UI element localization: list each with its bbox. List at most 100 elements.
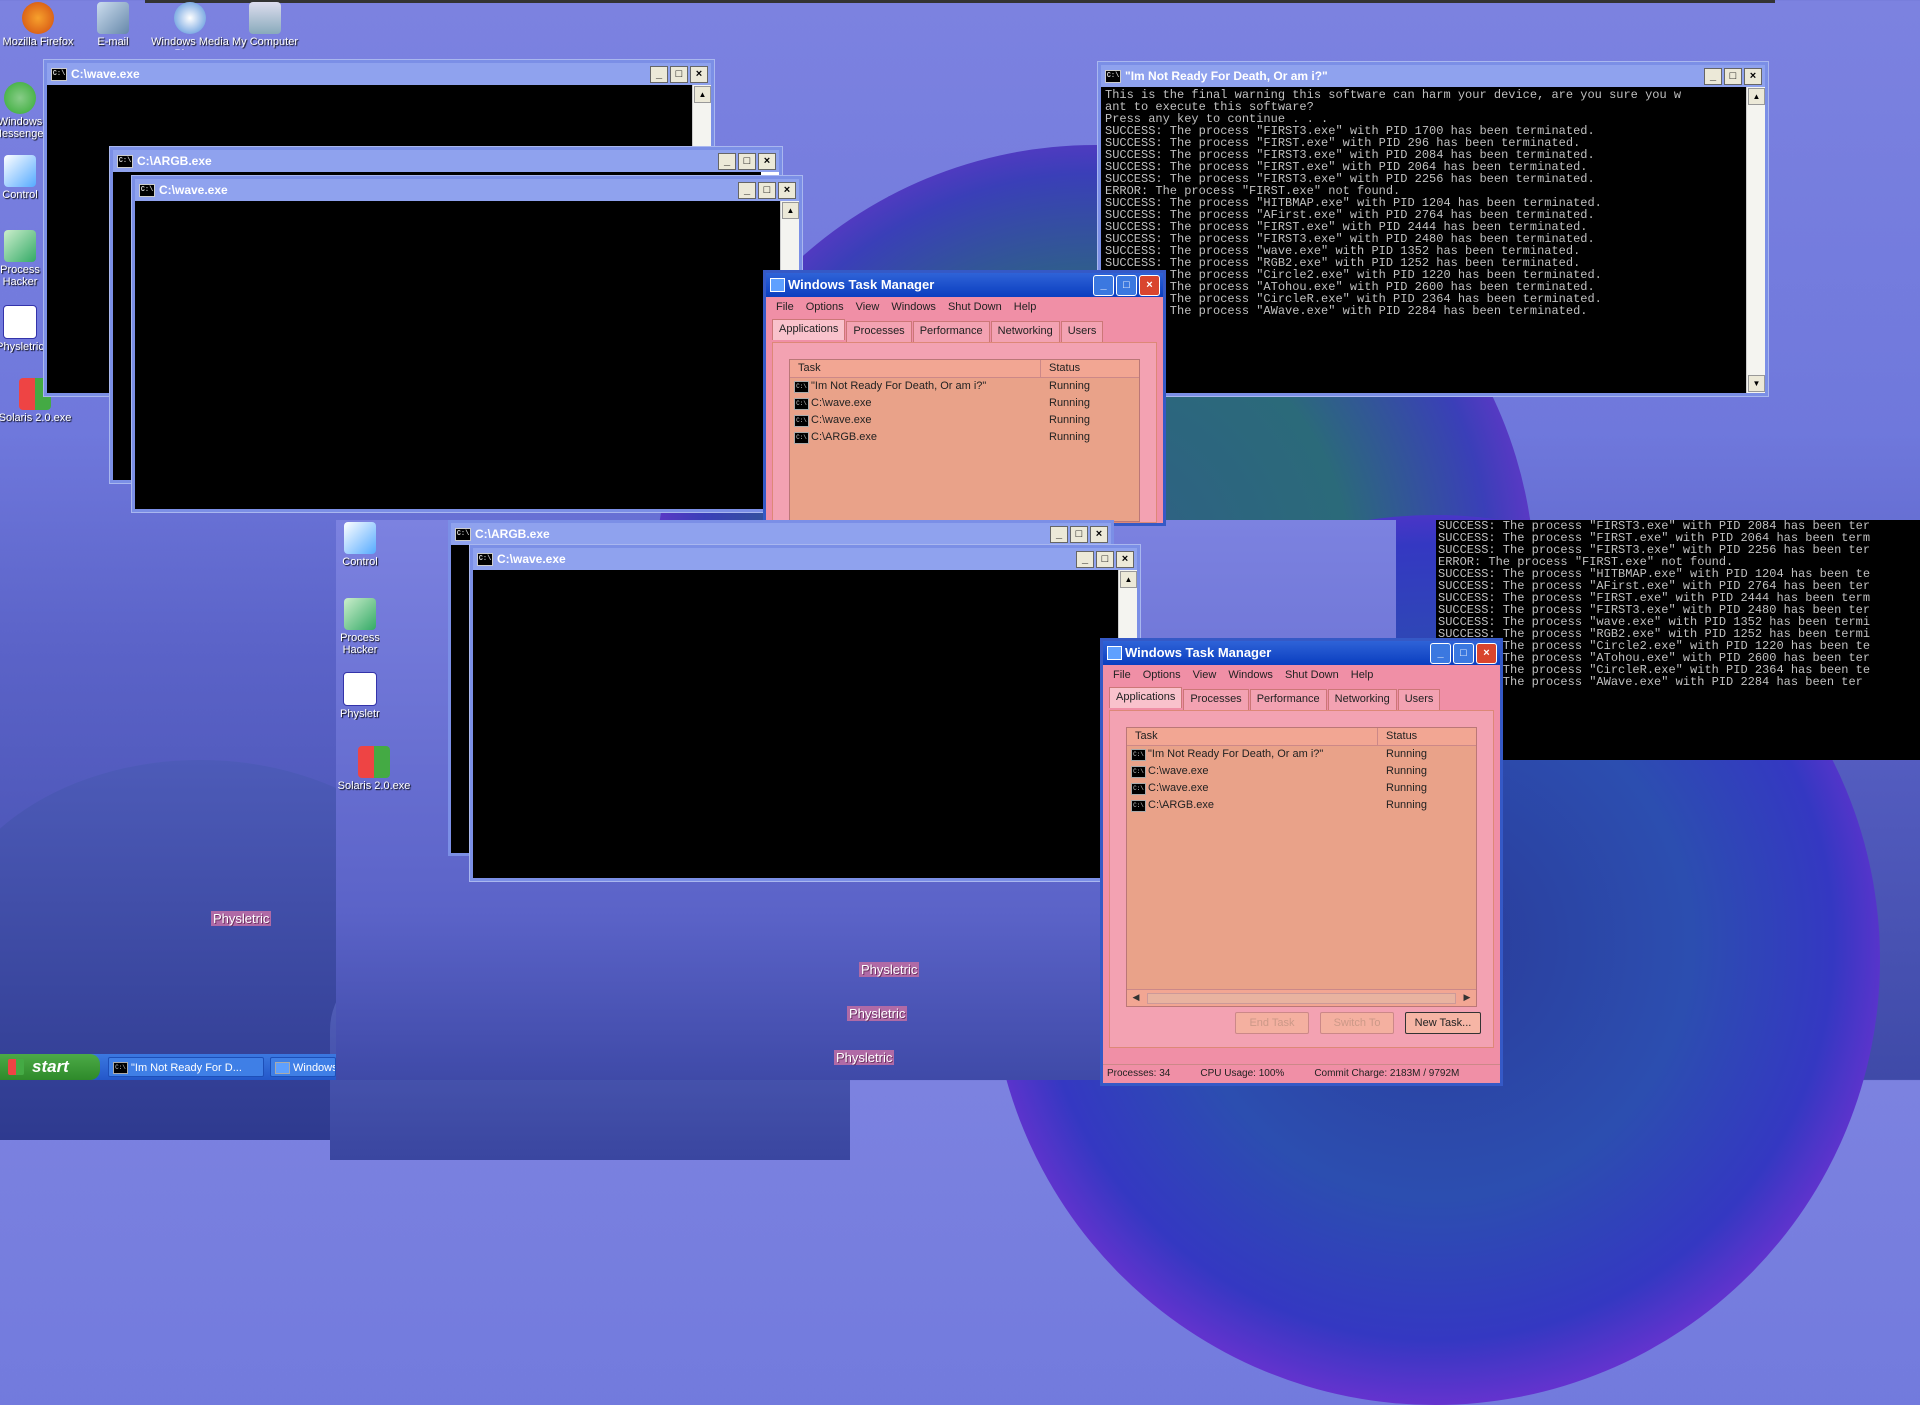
task-row[interactable]: C:\ "Im Not Ready For Death, Or am i?" Run… [1127, 746, 1476, 763]
menu-help[interactable]: Help [1008, 297, 1043, 317]
task-manager-window[interactable]: Windows Task Manager _ □ × File Options Vi… [763, 270, 1166, 526]
scroll-left-arrow[interactable]: ◀ [1129, 991, 1143, 1004]
menu-view[interactable]: View [1187, 665, 1223, 685]
desktop-icon-control[interactable]: Control [340, 522, 380, 568]
menu-windows[interactable]: Windows [885, 297, 942, 317]
menu-options[interactable]: Options [1137, 665, 1187, 685]
task-row[interactable]: C:\ C:\wave.exe Running [790, 412, 1139, 429]
horizontal-scrollbar[interactable]: ◀ ▶ [1127, 989, 1476, 1006]
minimize-button[interactable]: _ [718, 153, 736, 170]
switch-to-button[interactable]: Switch To [1320, 1012, 1394, 1034]
minimize-button[interactable]: _ [1093, 275, 1114, 296]
new-task-button[interactable]: New Task... [1405, 1012, 1481, 1034]
desktop-icon-process-hacker[interactable]: Process Hacker [340, 598, 380, 660]
close-button[interactable]: × [1744, 68, 1762, 85]
maximize-button[interactable]: □ [1453, 643, 1474, 664]
menu-options[interactable]: Options [800, 297, 850, 317]
menu-view[interactable]: View [850, 297, 886, 317]
maximize-button[interactable]: □ [1070, 526, 1088, 543]
task-list[interactable]: Task Status C:\ "Im Not Ready For Death, O… [1126, 727, 1477, 1007]
desktop-icon-media-player[interactable]: Windows Media Player [150, 2, 230, 50]
scroll-up-arrow[interactable]: ▲ [1120, 571, 1137, 588]
tab-processes[interactable]: Processes [846, 321, 912, 342]
tab-performance[interactable]: Performance [912, 321, 990, 342]
window-titlebar[interactable]: C:\ C:\ARGB.exe _ □ × [113, 150, 779, 172]
close-button[interactable]: × [690, 66, 708, 83]
menu-help[interactable]: Help [1345, 665, 1380, 685]
close-button[interactable]: × [1116, 551, 1134, 568]
task-row[interactable]: C:\ C:\ARGB.exe Running [790, 429, 1139, 446]
tab-users[interactable]: Users [1397, 689, 1441, 710]
scroll-thumb[interactable] [1147, 993, 1456, 1004]
maximize-button[interactable]: □ [670, 66, 688, 83]
window-titlebar[interactable]: Windows Task Manager _ □ × [766, 273, 1163, 297]
scroll-down-arrow[interactable]: ▼ [1748, 375, 1765, 392]
desktop-icon-messenger[interactable]: Windows Messenger [0, 82, 50, 144]
column-task[interactable]: Task [1127, 728, 1378, 745]
tab-performance[interactable]: Performance [1249, 689, 1327, 710]
menu-file[interactable]: File [1107, 665, 1137, 685]
minimize-button[interactable]: _ [1704, 68, 1722, 85]
console-output[interactable] [135, 201, 781, 509]
end-task-button[interactable]: End Task [1235, 1012, 1309, 1034]
window-titlebar[interactable]: C:\ C:\wave.exe _ □ × [473, 548, 1137, 570]
close-button[interactable]: × [1090, 526, 1108, 543]
tab-networking[interactable]: Networking [990, 321, 1060, 342]
window-titlebar[interactable]: C:\ C:\ARGB.exe _ □ × [451, 523, 1111, 545]
tab-applications[interactable]: Applications [1109, 687, 1183, 708]
menu-file[interactable]: File [770, 297, 800, 317]
console-window-main[interactable]: C:\ "Im Not Ready For Death, Or am i?" _ □… [1098, 62, 1768, 396]
desktop-icon-email[interactable]: E-mail [73, 2, 153, 48]
tab-networking[interactable]: Networking [1327, 689, 1397, 710]
maximize-button[interactable]: □ [1096, 551, 1114, 568]
console-window-wave[interactable]: C:\C:\wave.exe _□× ▲▼ [132, 176, 802, 512]
close-button[interactable]: × [758, 153, 776, 170]
minimize-button[interactable]: _ [738, 182, 756, 199]
scroll-up-arrow[interactable]: ▲ [1748, 88, 1765, 105]
desktop-icon-control[interactable]: Control [0, 155, 50, 201]
task-row[interactable]: C:\ C:\wave.exe Running [1127, 763, 1476, 780]
desktop-icon-firefox[interactable]: Mozilla Firefox [0, 2, 78, 48]
task-manager-window[interactable]: Windows Task Manager _ □ × File Options Vi… [1100, 638, 1503, 1086]
tab-applications[interactable]: Applications [772, 319, 846, 340]
maximize-button[interactable]: □ [758, 182, 776, 199]
tab-users[interactable]: Users [1060, 321, 1104, 342]
task-row[interactable]: C:\ C:\wave.exe Running [1127, 780, 1476, 797]
minimize-button[interactable]: _ [1050, 526, 1068, 543]
menu-shut-down[interactable]: Shut Down [1279, 665, 1345, 685]
console-window-wave[interactable]: C:\C:\wave.exe _□× ▲▼ [470, 545, 1140, 881]
desktop-icon-process-hacker[interactable]: Process Hacker [0, 230, 50, 292]
menu-windows[interactable]: Windows [1222, 665, 1279, 685]
desktop-icon-physletric[interactable]: Physletric [0, 305, 50, 353]
console-window-main-copy[interactable]: SUCCESS: The process "FIRST3.exe" with P… [1436, 520, 1920, 760]
console-output[interactable] [473, 570, 1119, 878]
column-task[interactable]: Task [790, 360, 1041, 377]
window-titlebar[interactable]: C:\ C:\wave.exe _ □ × [135, 179, 799, 201]
maximize-button[interactable]: □ [1724, 68, 1742, 85]
minimize-button[interactable]: _ [650, 66, 668, 83]
task-row[interactable]: C:\ C:\ARGB.exe Running [1127, 797, 1476, 814]
close-button[interactable]: × [1476, 643, 1497, 664]
desktop-icon-solaris[interactable]: Solaris 2.0.exe [334, 746, 414, 792]
task-row[interactable]: C:\ C:\wave.exe Running [790, 395, 1139, 412]
start-button[interactable]: start [0, 1054, 100, 1080]
close-button[interactable]: × [1139, 275, 1160, 296]
window-titlebar[interactable]: C:\ "Im Not Ready For Death, Or am i?" _ □… [1101, 65, 1765, 87]
scroll-up-arrow[interactable]: ▲ [694, 86, 711, 103]
menu-shut-down[interactable]: Shut Down [942, 297, 1008, 317]
minimize-button[interactable]: _ [1430, 643, 1451, 664]
window-titlebar[interactable]: C:\ C:\wave.exe _ □ × [47, 63, 711, 85]
minimize-button[interactable]: _ [1076, 551, 1094, 568]
desktop-icon-my-computer[interactable]: My Computer [225, 2, 305, 48]
maximize-button[interactable]: □ [738, 153, 756, 170]
desktop-icon-physletric[interactable]: Physletric [340, 672, 380, 720]
scroll-right-arrow[interactable]: ▶ [1460, 991, 1474, 1004]
close-button[interactable]: × [778, 182, 796, 199]
maximize-button[interactable]: □ [1116, 275, 1137, 296]
column-status[interactable]: Status [1378, 728, 1476, 745]
scroll-up-arrow[interactable]: ▲ [782, 202, 799, 219]
taskbar-item-windows[interactable]: Windows [270, 1057, 336, 1077]
window-titlebar[interactable]: Windows Task Manager _ □ × [1103, 641, 1500, 665]
vertical-scrollbar[interactable]: ▲▼ [1746, 87, 1765, 393]
task-row[interactable]: C:\ "Im Not Ready For Death, Or am i?" Run… [790, 378, 1139, 395]
